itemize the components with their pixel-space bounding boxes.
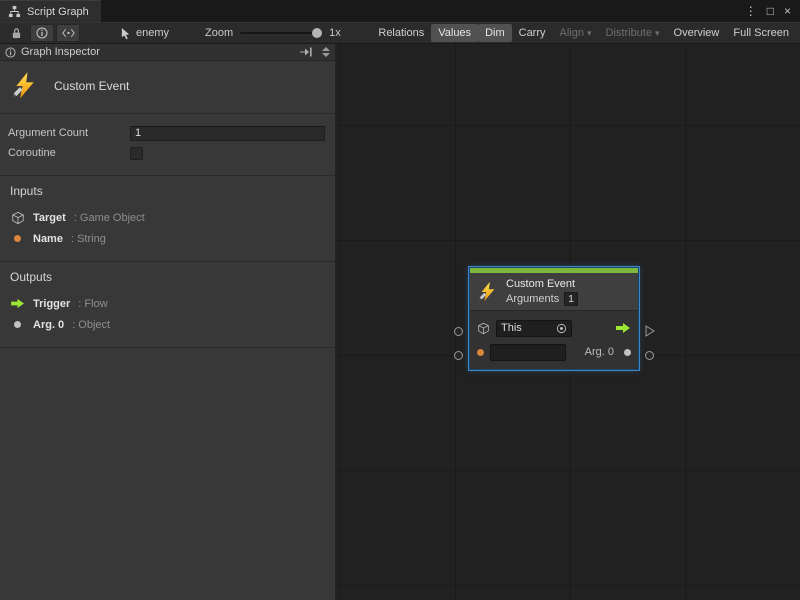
port-type: : Flow [78, 298, 107, 310]
toolbar-buttons: Relations Values Dim Carry Align▾ Distri… [371, 23, 796, 43]
inspector-title: Graph Inspector [21, 46, 100, 58]
pointer-icon [120, 27, 131, 40]
unity-script-graph-window: Script Graph ⋮ □ × [0, 0, 800, 600]
window-menu-button[interactable]: ⋮ [745, 5, 757, 17]
trigger-output-port[interactable] [645, 325, 655, 337]
object-dot-icon [14, 321, 21, 328]
string-dot-icon[interactable] [477, 349, 484, 356]
object-dot-icon[interactable] [624, 349, 631, 356]
node-row-arg0: Arg. 0 [477, 342, 631, 362]
object-picker-icon[interactable] [556, 323, 567, 334]
window-maximize-button[interactable]: □ [767, 5, 774, 17]
coroutine-row: Coroutine [8, 143, 325, 163]
tab-script-graph[interactable]: Script Graph [0, 0, 101, 22]
target-dropdown-value: This [501, 322, 522, 334]
graph-name-label: enemy [136, 27, 169, 39]
coroutine-checkbox[interactable] [130, 147, 143, 160]
cube-icon [477, 322, 490, 335]
window-close-button[interactable]: × [784, 5, 791, 17]
node-arguments-label: Arguments [506, 293, 559, 305]
outputs-title: Outputs [10, 270, 325, 284]
custom-event-icon [10, 71, 40, 101]
outputs-section: Outputs Trigger : Flow Arg. 0 : Obj [0, 262, 335, 348]
window-controls: ⋮ □ × [736, 0, 800, 22]
info-icon [5, 47, 16, 58]
relations-button[interactable]: Relations [371, 24, 431, 42]
inputs-title: Inputs [10, 184, 325, 198]
node-title: Custom Event [506, 278, 578, 290]
zoom-control: Zoom 1x [205, 27, 341, 39]
graph-inspector-header: Graph Inspector [0, 44, 335, 61]
node-header[interactable]: Custom Event Arguments 1 [470, 273, 638, 310]
flow-arrow-icon[interactable] [615, 322, 631, 334]
info-icon [36, 27, 48, 39]
port-type: : Game Object [74, 212, 145, 224]
arg0-input[interactable] [490, 344, 566, 361]
node-row-target: This [477, 318, 631, 338]
selected-unit-header: Custom Event [0, 61, 335, 114]
arg0-output-port[interactable] [645, 351, 654, 360]
port-type: : Object [72, 319, 110, 331]
overview-button[interactable]: Overview [667, 24, 727, 42]
string-dot-icon [14, 235, 21, 242]
port-row-target: Target : Game Object [10, 207, 325, 228]
port-name: Target [33, 212, 66, 224]
chevron-down-icon: ▾ [587, 28, 592, 38]
selected-unit-title: Custom Event [54, 79, 129, 93]
chevron-down-icon: ▾ [655, 28, 660, 38]
lock-button[interactable] [4, 24, 28, 42]
port-row-name: Name : String [10, 228, 325, 249]
zoom-level-value: 1x [329, 27, 341, 39]
distribute-label: Distribute [606, 27, 652, 39]
script-graph-icon [8, 5, 21, 18]
inspector-scroll-stepper[interactable] [322, 47, 330, 57]
argument-count-label: Argument Count [8, 127, 130, 139]
node-arguments-value[interactable]: 1 [564, 292, 578, 306]
inputs-section: Inputs Target : Game Object Na [0, 176, 335, 262]
cube-icon [11, 211, 25, 225]
dim-button[interactable]: Dim [478, 24, 512, 42]
carry-button[interactable]: Carry [512, 24, 553, 42]
scroll-up-icon[interactable] [322, 47, 330, 51]
argument-count-input[interactable] [130, 126, 325, 141]
port-row-arg0: Arg. 0 : Object [10, 314, 325, 335]
values-button[interactable]: Values [431, 24, 478, 42]
custom-event-icon [477, 281, 499, 303]
port-name: Name [33, 233, 63, 245]
zoom-label: Zoom [205, 27, 233, 39]
argument-count-row: Argument Count [8, 123, 325, 143]
code-icon [61, 27, 76, 39]
zoom-slider[interactable] [240, 32, 322, 34]
port-row-trigger: Trigger : Flow [10, 293, 325, 314]
zoom-slider-handle[interactable] [312, 28, 322, 38]
tab-title: Script Graph [27, 6, 89, 18]
node-body: This [470, 310, 638, 369]
name-input-port[interactable] [454, 351, 463, 360]
custom-event-node[interactable]: Custom Event Arguments 1 [469, 267, 639, 370]
graph-canvas[interactable]: Custom Event Arguments 1 [336, 44, 800, 600]
graph-reference[interactable]: enemy [120, 27, 169, 40]
port-name: Trigger [33, 298, 70, 310]
lock-icon [11, 27, 22, 40]
graph-inspector-panel: Graph Inspector [0, 44, 336, 600]
target-input-port[interactable] [454, 327, 463, 336]
inspector-toggle-button[interactable] [30, 24, 54, 42]
align-label: Align [560, 27, 584, 39]
coroutine-label: Coroutine [8, 147, 130, 159]
graph-toolbar: enemy Zoom 1x Relations Values Dim Carry… [0, 22, 800, 44]
code-view-button[interactable] [56, 24, 80, 42]
scroll-down-icon[interactable] [322, 53, 330, 57]
unit-fields: Argument Count Coroutine [0, 114, 335, 176]
port-name: Arg. 0 [33, 319, 64, 331]
port-type: : String [71, 233, 106, 245]
target-dropdown[interactable]: This [496, 320, 572, 337]
distribute-dropdown-button[interactable]: Distribute▾ [599, 24, 667, 42]
fullscreen-button[interactable]: Full Screen [726, 24, 796, 42]
arg0-port-label: Arg. 0 [585, 346, 614, 358]
flow-arrow-icon [10, 298, 25, 309]
align-dropdown-button[interactable]: Align▾ [553, 24, 599, 42]
dock-icon[interactable] [299, 46, 313, 58]
window-titlebar: Script Graph ⋮ □ × [0, 0, 800, 22]
